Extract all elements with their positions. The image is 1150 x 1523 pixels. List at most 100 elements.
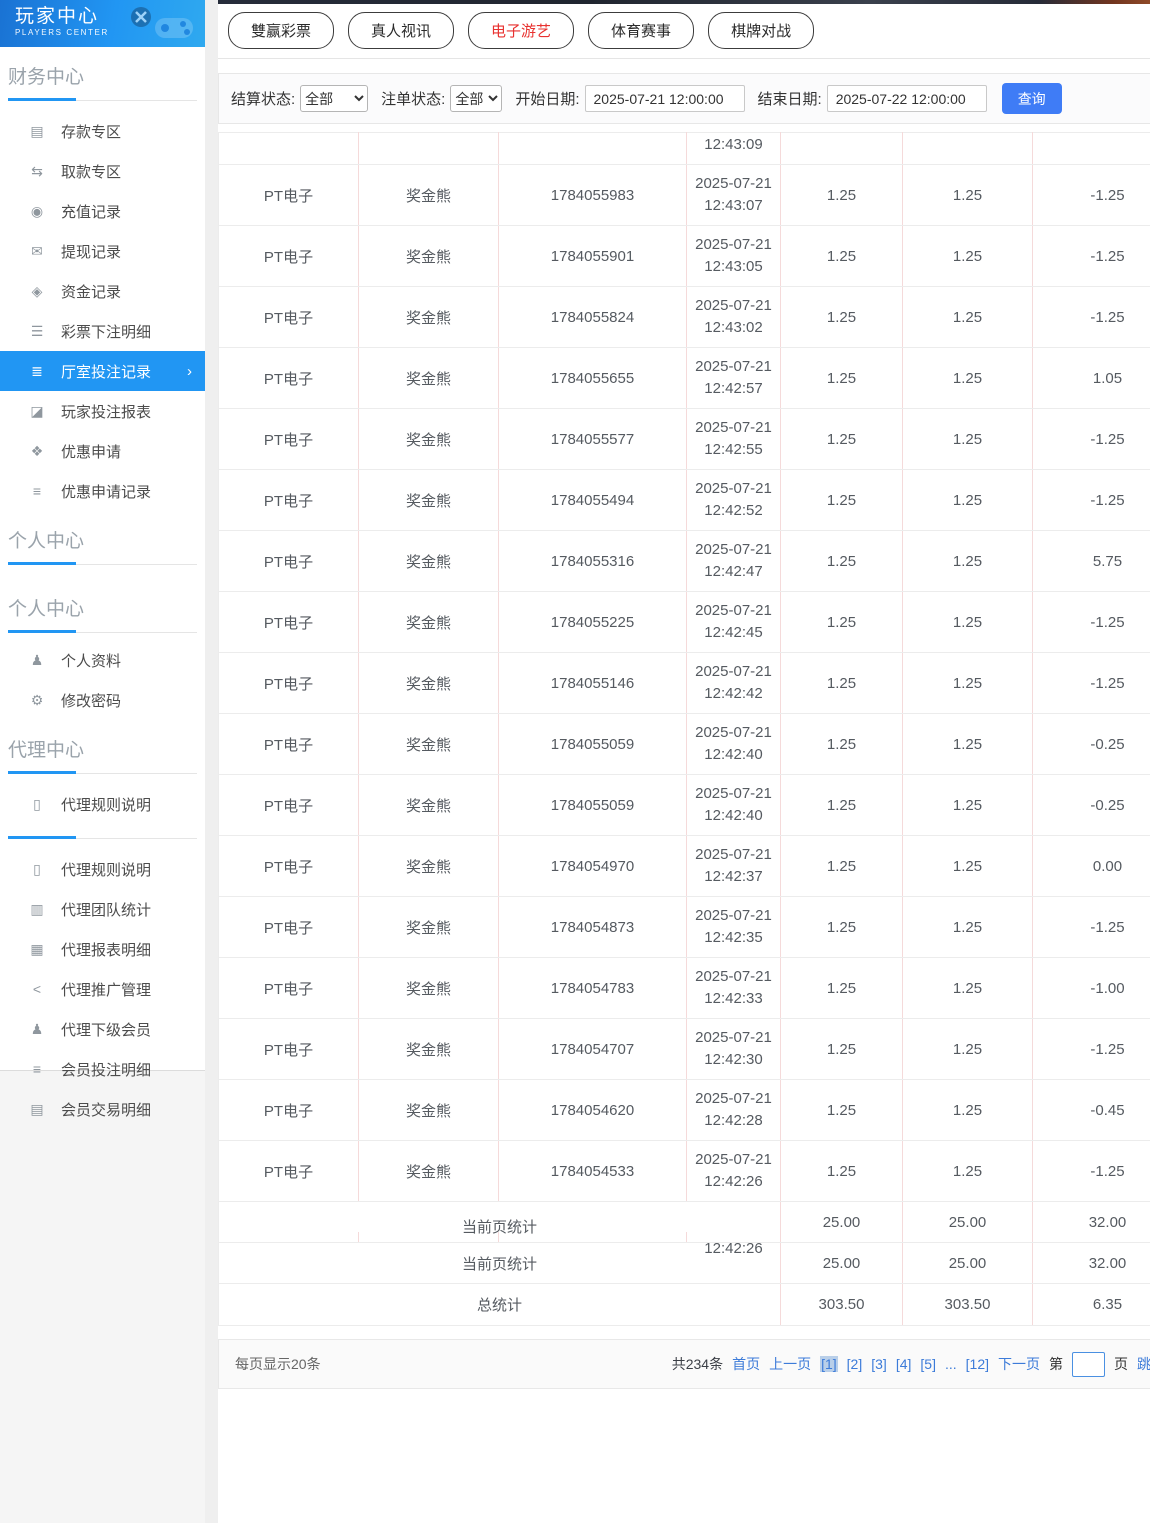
page-4-link[interactable]: [4] [896, 1356, 912, 1372]
sidebar-item-agent-sub-members[interactable]: ♟ 代理下级会员 [0, 1009, 205, 1049]
sidebar-group-personal: 个人中心 ♟ 个人资料 ⚙ 修改密码 [0, 579, 205, 720]
sidebar-item-player-bet-report[interactable]: ◪ 玩家投注报表 [0, 391, 205, 431]
sidebar-item-label: 资金记录 [61, 283, 122, 301]
jump-action-link[interactable]: 跳转 [1137, 1354, 1150, 1374]
agent-team-stats-icon: ▥ [30, 900, 44, 917]
sidebar-item-label: 取款专区 [61, 163, 122, 181]
cell-time: 2025-07-21 12:43:02 [686, 286, 781, 348]
funds-record-icon: ◈ [31, 282, 43, 299]
cell-profit [1032, 132, 1150, 165]
sidebar-header: 玩家中心 PLAYERS CENTER [0, 0, 205, 47]
cell-profit: -0.25 [1032, 774, 1150, 836]
ghost-border [498, 1232, 499, 1242]
cell-game: 奖金熊 [358, 530, 499, 592]
page-3-link[interactable]: [3] [871, 1356, 887, 1372]
cell-time-line: 12:42:30 [704, 1051, 763, 1068]
jump-page-input[interactable] [1072, 1351, 1105, 1377]
cell-date-line: 2025-07-21 [695, 236, 772, 253]
tab-board-games[interactable]: 棋牌对战 [708, 12, 815, 49]
prev-page-link[interactable]: 上一页 [769, 1354, 811, 1374]
cell-time: 2025-07-21 12:43:05 [686, 225, 781, 287]
table-row: PT电子 奖金熊 1784055577 2025-07-21 12:42:55 … [218, 408, 1150, 470]
page-5-link[interactable]: [5] [920, 1356, 936, 1372]
sidebar-item-change-password[interactable]: ⚙ 修改密码 [0, 680, 205, 720]
sidebar-item-member-bet-detail[interactable]: ≡ 会员投注明细 [0, 1049, 205, 1089]
sidebar-item-withdraw-record[interactable]: ✉ 提现记录 [0, 231, 205, 271]
sidebar-item-funds-record[interactable]: ◈ 资金记录 [0, 271, 205, 311]
sidebar-item-agent-promotion[interactable]: < 代理推广管理 [0, 969, 205, 1009]
sidebar: 玩家中心 PLAYERS CENTER 财务中心 ▤ 存款专区 ⇆ 取款专区 ◉… [0, 0, 205, 1119]
cell-valid: 1.25 [902, 774, 1033, 836]
cell-date-line: 2025-07-21 [695, 419, 772, 436]
cell-date-line: 2025-07-21 [695, 175, 772, 192]
settle-status-select[interactable]: 全部 [300, 85, 369, 112]
cell-game: 奖金熊 [358, 713, 499, 775]
current-page-indicator[interactable]: [1] [820, 1356, 838, 1372]
tab-shuangying-lottery[interactable]: 雙赢彩票 [228, 12, 335, 49]
table-row: PT电子 奖金熊 1784055655 2025-07-21 12:42:57 … [218, 347, 1150, 409]
cell-time: 2025-07-21 12:42:45 [686, 591, 781, 653]
cell-bet: 1.25 [780, 774, 903, 836]
sidebar-item-hall-bet-record[interactable]: ≣ 厅室投注记录 › [0, 351, 205, 391]
cell-bet: 1.25 [780, 347, 903, 409]
cell-platform: PT电子 [218, 896, 359, 958]
cell-profit: -1.25 [1032, 469, 1150, 531]
sidebar-item-label: 厅室投注记录 [61, 363, 152, 381]
section-divider [8, 836, 197, 839]
cell-bet: 1.25 [780, 1018, 903, 1080]
cell-platform: PT电子 [218, 1018, 359, 1080]
cell-date-line: 2025-07-21 [695, 724, 772, 741]
cell-order-no: 1784055225 [498, 591, 687, 653]
sidebar-item-agent-rules[interactable]: ▯ 代理规则说明 [0, 784, 205, 824]
cell-platform: PT电子 [218, 347, 359, 409]
sidebar-item-lottery-bet-detail[interactable]: ☰ 彩票下注明细 [0, 311, 205, 351]
sidebar-item-deposit-zone[interactable]: ▤ 存款专区 [0, 111, 205, 151]
sidebar-item-promo-apply[interactable]: ❖ 优惠申请 [0, 431, 205, 471]
player-bet-report-icon: ◪ [30, 402, 44, 419]
cell-profit: -1.00 [1032, 957, 1150, 1019]
sidebar-item-profile[interactable]: ♟ 个人资料 [0, 640, 205, 680]
sidebar-item-agent-report-detail[interactable]: ▦ 代理报表明细 [0, 929, 205, 969]
cell-bet [780, 132, 903, 165]
start-date-input[interactable] [584, 85, 745, 112]
first-page-link[interactable]: 首页 [732, 1354, 760, 1374]
sidebar-item-agent-rules-2[interactable]: ▯ 代理规则说明 [0, 849, 205, 889]
cell-platform: PT电子 [218, 591, 359, 653]
table-row: PT电子 奖金熊 1784055059 2025-07-21 12:42:40 … [218, 774, 1150, 836]
cell-time: 2025-07-21 12:42:47 [686, 530, 781, 592]
next-page-link[interactable]: 下一页 [998, 1354, 1040, 1374]
cell-valid: 1.25 [902, 469, 1033, 531]
tab-electronic-games[interactable]: 电子游艺 [468, 12, 575, 49]
cell-date-line: 2025-07-21 [695, 785, 772, 802]
cell-date-line: 2025-07-21 [695, 358, 772, 375]
cell-platform: PT电子 [218, 1079, 359, 1141]
cell-time-line: 12:42:42 [704, 685, 763, 702]
cell-profit: -0.25 [1032, 713, 1150, 775]
cell-order-no: 1784055059 [498, 713, 687, 775]
cell-profit: -1.25 [1032, 286, 1150, 348]
end-date-input[interactable] [826, 85, 987, 112]
cell-game: 奖金熊 [358, 957, 499, 1019]
sidebar-item-promo-apply-record[interactable]: ≡ 优惠申请记录 [0, 471, 205, 511]
cell-date-line: 2025-07-21 [695, 968, 772, 985]
agent-promotion-icon: < [32, 981, 42, 997]
main-content: 雙赢彩票 真人视讯 电子游艺 体育赛事 棋牌对战 结算状态: 全部 注单状态: 全部 开… [218, 0, 1150, 1523]
sidebar-item-withdraw-zone[interactable]: ⇆ 取款专区 [0, 151, 205, 191]
cell-bet: 1.25 [780, 957, 903, 1019]
query-button[interactable]: 查询 [1001, 83, 1062, 114]
cell-bet: 1.25 [780, 1140, 903, 1202]
cell-time-line: 12:43:02 [704, 319, 763, 336]
sidebar-item-recharge-record[interactable]: ◉ 充值记录 [0, 191, 205, 231]
tab-live-video[interactable]: 真人视讯 [348, 12, 455, 49]
sidebar-item-member-transaction-detail[interactable]: ▤ 会员交易明细 [0, 1089, 205, 1129]
summary-profit: 32.00 [1032, 1242, 1150, 1284]
sidebar-item-agent-team-stats[interactable]: ▥ 代理团队统计 [0, 889, 205, 929]
tab-sports[interactable]: 体育赛事 [588, 12, 695, 49]
order-status-label: 注单状态: [381, 91, 446, 108]
page-12-link[interactable]: [12] [966, 1356, 989, 1372]
sidebar-item-label: 代理推广管理 [61, 981, 152, 999]
cell-game: 奖金熊 [358, 164, 499, 226]
sidebar-item-label: 代理报表明细 [61, 941, 152, 959]
order-status-select[interactable]: 全部 [450, 85, 503, 112]
page-2-link[interactable]: [2] [847, 1356, 863, 1372]
